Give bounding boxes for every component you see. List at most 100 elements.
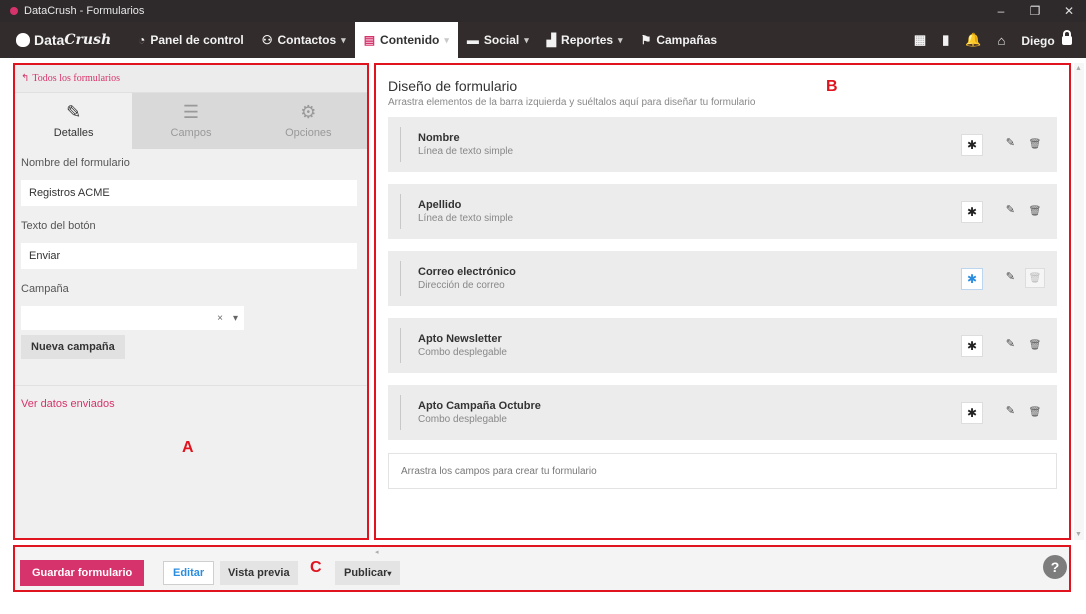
nav-social[interactable]: ▬ Social ▾ xyxy=(458,22,538,58)
divider xyxy=(15,385,367,386)
clear-icon[interactable]: × xyxy=(217,313,223,324)
tab-detalles[interactable]: ✎ Detalles xyxy=(15,93,133,149)
back-to-forms-link[interactable]: ↰ Todos los formularios xyxy=(15,65,367,93)
edit-pencil-icon[interactable]: ✎ xyxy=(1006,270,1015,283)
back-link-label: Todos los formularios xyxy=(32,73,121,84)
bell-icon[interactable]: 🔔 xyxy=(965,32,981,48)
close-icon[interactable]: ✕ xyxy=(1052,4,1086,18)
nav-label: Contactos xyxy=(277,33,337,47)
field-type: Combo desplegable xyxy=(418,347,507,358)
form-name-input[interactable]: Registros ACME xyxy=(21,180,357,206)
new-campaign-button[interactable]: Nueva campaña xyxy=(21,335,125,359)
form-field-card[interactable]: Apto Newsletter Combo desplegable ✱ ✎ 🗑 xyxy=(388,318,1057,373)
required-toggle-button[interactable]: ✱ xyxy=(961,201,983,223)
button-text-input[interactable]: Enviar xyxy=(21,243,357,269)
tab-campos[interactable]: ☰ Campos xyxy=(132,93,250,149)
book-icon[interactable]: ▮ xyxy=(942,32,949,48)
field-drop-zone[interactable]: Arrastra los campos para crear tu formul… xyxy=(388,453,1057,489)
annotation-label-a: A xyxy=(182,439,194,456)
required-toggle-button[interactable]: ✱ xyxy=(961,335,983,357)
drag-handle[interactable] xyxy=(400,127,401,162)
chevron-down-icon: ▾ xyxy=(387,569,392,578)
edit-mode-tab[interactable]: Editar xyxy=(163,561,215,585)
nav-contenido[interactable]: ▤ Contenido ▾ xyxy=(354,22,458,58)
trash-icon[interactable]: 🗑 xyxy=(1025,402,1045,422)
splitter-handle-icon[interactable]: ◂ xyxy=(375,548,379,556)
field-type: Combo desplegable xyxy=(418,414,507,425)
nav-label: Panel de control xyxy=(150,33,244,47)
scroll-up-icon[interactable]: ▲ xyxy=(1075,65,1082,72)
minimize-icon[interactable]: – xyxy=(984,4,1018,18)
field-type: Línea de texto simple xyxy=(418,213,514,224)
chevron-down-icon: ▾ xyxy=(232,312,238,324)
restore-icon[interactable]: ❐ xyxy=(1018,4,1052,18)
nav-panel-control[interactable]: ◔ Panel de control xyxy=(129,22,253,58)
lock-icon xyxy=(1062,30,1072,45)
drag-handle[interactable] xyxy=(400,261,401,296)
field-name: Nombre xyxy=(418,132,460,144)
view-submissions-link[interactable]: Ver datos enviados xyxy=(21,398,367,410)
publish-dropdown-button[interactable]: Publicar▾ xyxy=(335,561,401,585)
pencil-icon: ✎ xyxy=(66,102,82,122)
campaign-label: Campaña xyxy=(21,283,69,295)
nav-campanas[interactable]: ⚑ Campañas xyxy=(632,22,726,58)
edit-pencil-icon[interactable]: ✎ xyxy=(1006,404,1015,417)
trash-icon[interactable]: 🗑 xyxy=(1025,335,1045,355)
bar-chart-icon: ▟ xyxy=(546,33,557,47)
nav-reportes[interactable]: ▟ Reportes ▾ xyxy=(538,22,632,58)
annotation-label-b: B xyxy=(826,78,838,95)
annotation-label-c: C xyxy=(310,559,322,576)
trash-icon[interactable]: 🗑 xyxy=(1025,134,1045,154)
form-name-label: Nombre del formulario xyxy=(21,157,130,169)
required-toggle-button[interactable]: ✱ xyxy=(961,268,983,290)
preview-mode-tab[interactable]: Vista previa xyxy=(220,561,298,585)
window-titlebar: DataCrush - Formularios – ❐ ✕ xyxy=(0,0,1086,22)
form-field-card[interactable]: Apto Campaña Octubre Combo desplegable ✱… xyxy=(388,385,1057,440)
edit-pencil-icon[interactable]: ✎ xyxy=(1006,136,1015,149)
drag-handle[interactable] xyxy=(400,194,401,229)
user-menu[interactable]: Diego xyxy=(1021,30,1072,48)
field-type: Dirección de correo xyxy=(418,280,505,291)
top-navbar: Data Crush ◔ Panel de control ⚇ Contacto… xyxy=(0,22,1086,58)
required-toggle-button[interactable]: ✱ xyxy=(961,134,983,156)
calendar-icon[interactable]: ▦ xyxy=(914,32,926,48)
required-toggle-button[interactable]: ✱ xyxy=(961,402,983,424)
brand-name-a: Data xyxy=(34,32,65,48)
vertical-scrollbar[interactable]: ▲ ▼ xyxy=(1074,63,1084,540)
brand-name-b: Crush xyxy=(64,32,112,48)
edit-pencil-icon[interactable]: ✎ xyxy=(1006,337,1015,350)
list-icon: ☰ xyxy=(182,102,200,122)
tab-label: Detalles xyxy=(53,127,94,139)
tab-label: Campos xyxy=(170,127,212,139)
design-title: Diseño de formulario xyxy=(388,78,518,94)
form-field-card[interactable]: Nombre Línea de texto simple ✱ ✎ 🗑 xyxy=(388,117,1057,172)
drag-handle[interactable] xyxy=(400,395,401,430)
app-icon xyxy=(10,7,18,15)
field-name: Apto Campaña Octubre xyxy=(418,400,541,412)
nav-right-tools: ▦ ▮ 🔔 ⌂ Diego xyxy=(914,30,1072,48)
help-icon[interactable]: ? xyxy=(1043,555,1067,579)
tab-label: Opciones xyxy=(285,127,332,139)
chat-icon: ▬ xyxy=(466,33,479,47)
window-title: DataCrush - Formularios xyxy=(24,5,145,17)
brand-logo[interactable]: Data Crush xyxy=(16,32,111,48)
form-design-panel: Diseño de formulario Arrastra elementos … xyxy=(374,63,1071,540)
users-icon: ⚇ xyxy=(261,33,273,47)
save-form-button[interactable]: Guardar formulario xyxy=(20,560,145,586)
form-field-card[interactable]: Correo electrónico Dirección de correo ✱… xyxy=(388,251,1057,306)
form-field-card[interactable]: Apellido Línea de texto simple ✱ ✎ 🗑 xyxy=(388,184,1057,239)
edit-pencil-icon[interactable]: ✎ xyxy=(1006,203,1015,216)
panel-tabs: ✎ Detalles ☰ Campos ⚙ Opciones xyxy=(15,93,367,149)
dashboard-icon: ◔ xyxy=(138,33,146,47)
chevron-down-icon: ▾ xyxy=(618,34,623,45)
campaign-select[interactable]: × ▾ xyxy=(21,306,244,330)
trash-icon[interactable]: 🗑 xyxy=(1025,201,1045,221)
document-icon: ▤ xyxy=(363,33,376,47)
tab-opciones[interactable]: ⚙ Opciones xyxy=(249,93,367,149)
drag-handle[interactable] xyxy=(400,328,401,363)
nav-contactos[interactable]: ⚇ Contactos ▾ xyxy=(253,22,355,58)
chevron-down-icon: ▾ xyxy=(524,34,529,45)
trash-icon[interactable]: 🗑 xyxy=(1025,268,1045,288)
scroll-down-icon[interactable]: ▼ xyxy=(1075,531,1082,538)
home-icon[interactable]: ⌂ xyxy=(997,33,1005,48)
